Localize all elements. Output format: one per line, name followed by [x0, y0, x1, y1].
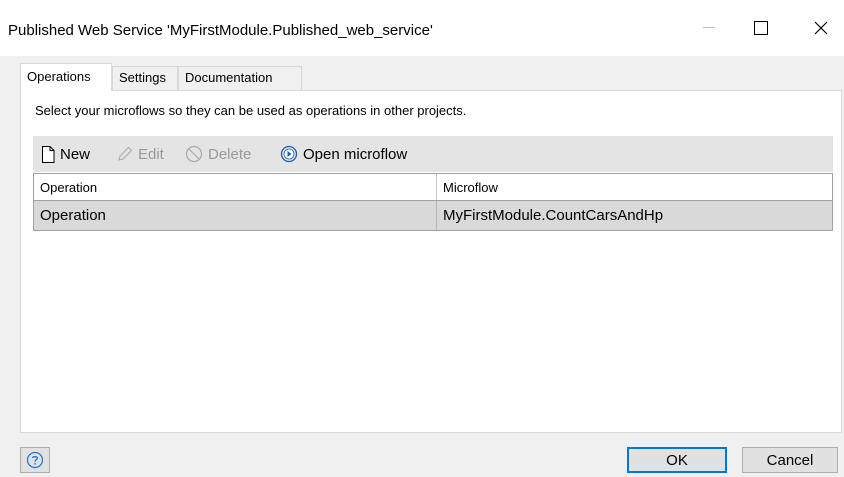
tab-operations[interactable]: Operations	[20, 63, 112, 91]
edit-button[interactable]: Edit	[117, 136, 164, 172]
window-title: Published Web Service 'MyFirstModule.Pub…	[8, 22, 433, 39]
tab-settings[interactable]: Settings	[112, 66, 178, 90]
operations-toolbar: New Edit Delete Open microflow	[33, 136, 833, 172]
new-label: New	[60, 145, 91, 163]
delete-label: Delete	[208, 145, 252, 163]
cancel-button[interactable]: Cancel	[742, 447, 838, 473]
question-circle-icon	[26, 451, 44, 469]
minimize-icon	[703, 27, 715, 28]
prohibited-icon	[185, 145, 203, 163]
maximize-icon	[754, 21, 768, 35]
new-button[interactable]: New	[41, 136, 90, 172]
close-button[interactable]	[798, 0, 844, 56]
edit-label: Edit	[138, 145, 164, 163]
open-microflow-button[interactable]: Open microflow	[280, 136, 407, 172]
column-header-microflow[interactable]: Microflow	[436, 174, 832, 200]
table-row[interactable]: Operation MyFirstModule.CountCarsAndHp	[33, 201, 833, 231]
operations-table: Operation Microflow Operation MyFirstMod…	[33, 173, 833, 233]
ok-button[interactable]: OK	[627, 447, 727, 473]
maximize-button[interactable]	[738, 0, 784, 56]
pencil-icon	[118, 146, 133, 161]
column-header-operation[interactable]: Operation	[34, 174, 436, 200]
table-header: Operation Microflow	[33, 173, 833, 201]
tab-documentation[interactable]: Documentation	[178, 66, 302, 90]
cell-microflow: MyFirstModule.CountCarsAndHp	[436, 201, 832, 230]
operations-panel: Select your microflows so they can be us…	[20, 90, 842, 433]
open-microflow-label: Open microflow	[303, 145, 408, 163]
play-circle-icon	[280, 145, 298, 163]
delete-button[interactable]: Delete	[185, 136, 251, 172]
help-button[interactable]	[20, 447, 50, 473]
minimize-button[interactable]	[686, 0, 732, 56]
new-document-icon	[42, 145, 55, 163]
operations-description: Select your microflows so they can be us…	[35, 103, 467, 118]
cell-operation: Operation	[40, 207, 106, 224]
title-bar: Published Web Service 'MyFirstModule.Pub…	[0, 0, 844, 56]
close-icon	[814, 21, 828, 35]
